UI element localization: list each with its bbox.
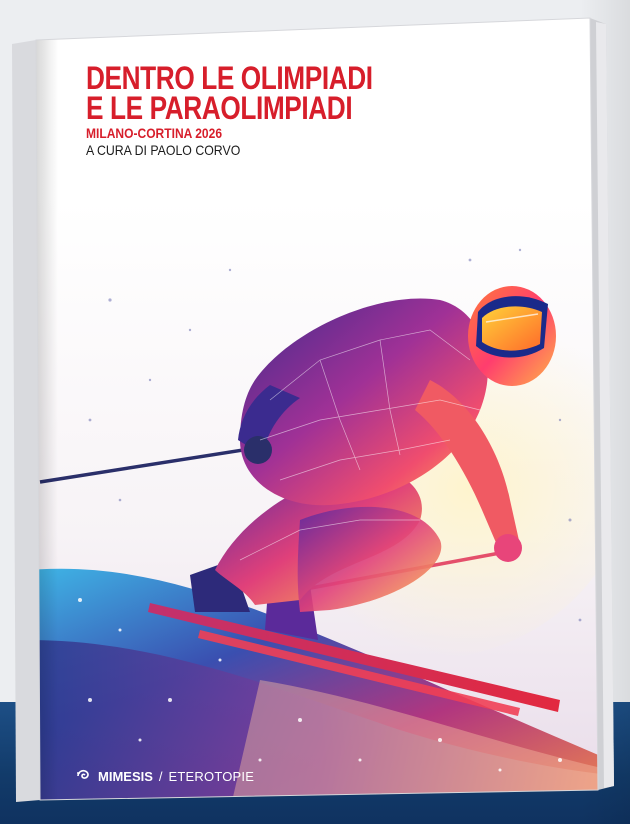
cover-title-block: DENTRO LE OLIMPIADI E LE PARAOLIMPIADI M…: [86, 60, 546, 159]
publisher-series: ETEROTOPIE: [168, 768, 255, 784]
publisher-brand: MIMESIS: [98, 768, 153, 784]
cover-subtitle: MILANO-CORTINA 2026: [86, 125, 223, 141]
spiral-logo-icon: [76, 769, 92, 783]
publisher-imprint: MIMESIS / ETEROTOPIE: [76, 767, 254, 785]
cover-author: A CURA DI PAOLO CORVO: [86, 142, 241, 158]
product-image-scene: DENTRO LE OLIMPIADI E LE PARAOLIMPIADI M…: [0, 0, 630, 824]
publisher-separator: /: [158, 768, 163, 784]
cover-title-line-2: E LE PARAOLIMPIADI: [86, 90, 353, 126]
cover-title-line-1: DENTRO LE OLIMPIADI: [86, 60, 373, 96]
